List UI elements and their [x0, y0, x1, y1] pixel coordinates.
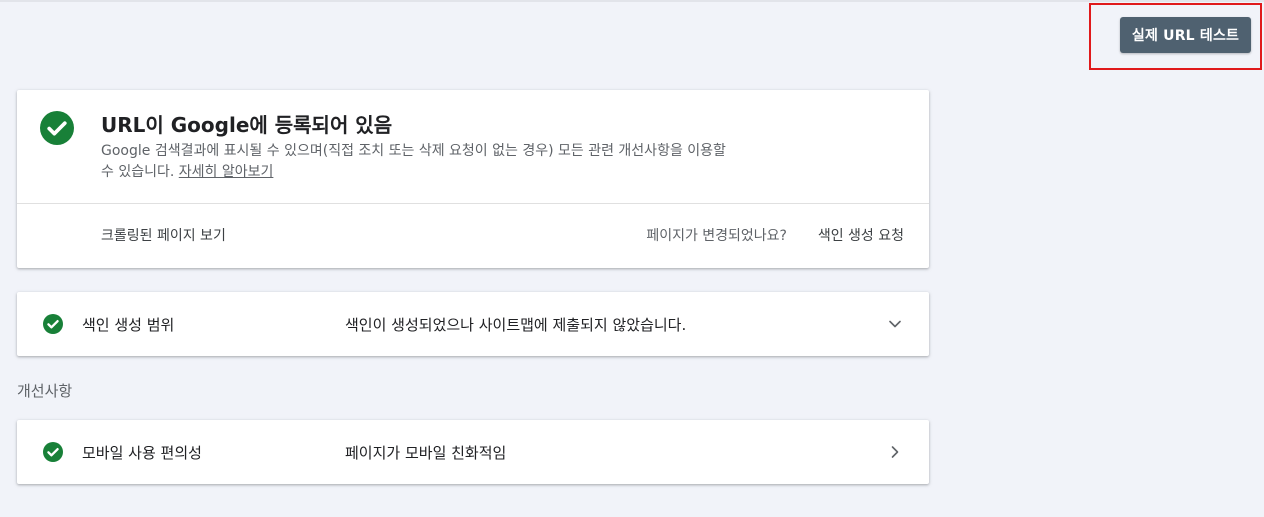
check-circle-icon — [43, 442, 63, 462]
index-status-title: URL이 Google에 등록되어 있음 — [101, 113, 393, 137]
page-changed-question: 페이지가 변경되었나요? — [646, 228, 787, 244]
coverage-row[interactable]: 색인 생성 범위 색인이 생성되었으나 사이트맵에 제출되지 않았습니다. — [17, 292, 929, 356]
request-indexing-button[interactable]: 색인 생성 요청 — [818, 225, 904, 245]
enhancements-heading: 개선사항 — [17, 382, 73, 400]
chevron-down-icon[interactable] — [887, 316, 903, 332]
coverage-label: 색인 생성 범위 — [82, 316, 175, 334]
live-test-highlight: 실제 URL 테스트 — [1089, 3, 1262, 70]
index-status-description: Google 검색결과에 표시될 수 있으며(직접 조치 또는 삭제 요청이 없… — [101, 141, 741, 183]
chevron-right-icon[interactable] — [887, 444, 903, 460]
check-circle-icon — [40, 111, 74, 145]
coverage-status: 색인이 생성되었으나 사이트맵에 제출되지 않았습니다. — [345, 316, 687, 334]
view-crawled-page-button[interactable]: 크롤링된 페이지 보기 — [101, 225, 226, 245]
mobile-usability-row[interactable]: 모바일 사용 편의성 페이지가 모바일 친화적임 — [17, 420, 929, 484]
index-status-card: URL이 Google에 등록되어 있음 Google 검색결과에 표시될 수 … — [17, 90, 929, 268]
learn-more-link[interactable]: 자세히 알아보기 — [179, 164, 274, 180]
mobile-usability-label: 모바일 사용 편의성 — [82, 444, 202, 462]
check-circle-icon — [43, 314, 63, 334]
card-divider — [17, 203, 929, 204]
live-url-test-button[interactable]: 실제 URL 테스트 — [1120, 17, 1251, 53]
top-divider — [0, 0, 1264, 2]
mobile-usability-status: 페이지가 모바일 친화적임 — [345, 444, 507, 462]
